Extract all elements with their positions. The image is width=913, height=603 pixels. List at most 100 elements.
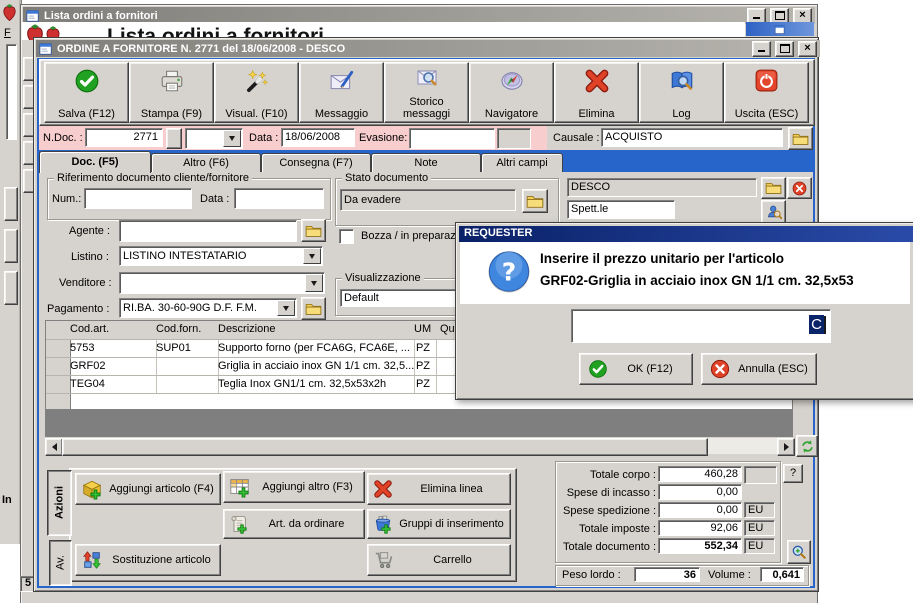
ndoc-spin-button[interactable] [166, 128, 182, 149]
cell-codforn[interactable] [152, 358, 219, 375]
totale-documento-label: Totale documento : [563, 541, 656, 553]
uscita-button[interactable]: Uscita (ESC) [724, 62, 809, 123]
table-hscrollbar[interactable] [45, 438, 795, 456]
tab-note[interactable]: Note [371, 153, 481, 173]
ndoc-input[interactable]: 2771 [85, 128, 163, 147]
tab-altro[interactable]: Altro (F6) [151, 153, 261, 173]
data-input[interactable]: 18/06/2008 [281, 128, 355, 147]
venditore-combobox[interactable] [119, 272, 325, 294]
cell-descrizione[interactable]: Teglia Inox GN1/1 cm. 32,5x53x2h [214, 376, 415, 393]
cell-codforn[interactable]: SUP01 [152, 340, 219, 357]
basket-plus-icon [373, 514, 393, 534]
chevron-down-icon[interactable] [305, 274, 323, 292]
chevron-down-icon[interactable] [223, 130, 241, 147]
totale-documento-field: 552,34 [658, 538, 742, 554]
left-panel-in-label: In [2, 494, 12, 506]
elimina-button[interactable]: Elimina [554, 62, 639, 123]
minimize-button[interactable] [752, 40, 771, 57]
annulla-button[interactable]: Annulla (ESC) [701, 353, 817, 385]
left-panel-button[interactable] [4, 271, 18, 305]
totals-zoom-button[interactable] [787, 540, 811, 564]
refresh-button[interactable] [796, 435, 818, 457]
chevron-down-icon[interactable] [277, 300, 295, 316]
causale-field[interactable]: ACQUISTO [601, 128, 783, 147]
elimina-linea-button[interactable]: Elimina linea [367, 473, 511, 505]
spettle-field[interactable]: Spett.le [567, 200, 675, 219]
menu-file-fragment[interactable]: F [4, 27, 11, 39]
pagamento-combobox[interactable]: RI.BA. 30-60-90G D.F. F.M. [119, 298, 297, 318]
tab-altri-campi[interactable]: Altri campi [481, 153, 563, 173]
fornitore-clear-button[interactable] [787, 177, 812, 199]
spese-spedizione-field: 0,00 [658, 502, 742, 518]
rif-data-input[interactable] [234, 188, 324, 209]
storico-messaggi-button[interactable]: Storico messaggi [384, 62, 469, 123]
elimina-label: Elimina [578, 108, 615, 120]
stato-folder-button[interactable] [522, 189, 548, 213]
maximize-button[interactable] [775, 40, 794, 57]
col-header-descrizione[interactable]: Descrizione [214, 321, 415, 339]
requester-titlebar[interactable]: REQUESTER [459, 226, 913, 242]
currency-box: EU [744, 520, 775, 536]
listino-combobox[interactable]: LISTINO INTESTATARIO [119, 246, 323, 266]
text-caret [824, 316, 826, 335]
contact-search-button[interactable] [761, 200, 786, 224]
agente-folder-button[interactable] [301, 219, 326, 242]
carrello-button[interactable]: Carrello [367, 544, 511, 576]
log-button[interactable]: Log [639, 62, 724, 123]
tab-azioni[interactable]: Azioni [47, 470, 72, 536]
price-input[interactable]: C [571, 309, 831, 343]
magnifier-plus-icon [791, 544, 807, 560]
cell-um[interactable]: PZ [410, 358, 437, 375]
desktop: F In Lista ordini a fornitori × Lista or… [0, 0, 913, 603]
left-panel-button[interactable] [4, 187, 18, 221]
col-header-codforn[interactable]: Cod.forn. [152, 321, 219, 339]
ok-button[interactable]: OK (F12) [579, 353, 693, 385]
num-label: Num.: [52, 193, 82, 205]
cell-um[interactable]: PZ [410, 340, 437, 357]
causale-folder-button[interactable] [788, 127, 813, 150]
chevron-down-icon[interactable] [303, 248, 321, 264]
num-input[interactable] [84, 188, 192, 209]
tab-consegna[interactable]: Consegna (F7) [261, 153, 371, 173]
tab-av[interactable]: Av. [49, 540, 72, 586]
cell-codart[interactable]: 5753 [66, 340, 157, 357]
aggiungi-altro-button[interactable]: Aggiungi altro (F3) [223, 471, 365, 503]
aggiungi-articolo-button[interactable]: Aggiungi articolo (F4) [75, 473, 221, 505]
gruppi-inserimento-button[interactable]: Gruppi di inserimento [367, 509, 511, 539]
cell-descrizione[interactable]: Griglia in acciaio inox GN 1/1 cm. 32,5.… [214, 358, 415, 375]
cell-codart[interactable]: TEG04 [66, 376, 157, 393]
rif-data-label: Data : [200, 193, 230, 205]
pagamento-folder-button[interactable] [301, 297, 326, 320]
ndoc-combobox[interactable] [185, 128, 243, 149]
salva-button[interactable]: Salva (F12) [44, 62, 129, 123]
col-header-codart[interactable]: Cod.art. [66, 321, 157, 339]
row-selector[interactable] [46, 394, 71, 409]
stato-group-title: Stato documento [342, 172, 432, 184]
sostituzione-articolo-button[interactable]: Sostituzione articolo [75, 544, 221, 576]
scroll-right-button[interactable] [777, 438, 795, 456]
main-window-titlebar[interactable]: ORDINE A FORNITORE N. 2771 del 18/06/200… [36, 40, 820, 57]
cell-descrizione[interactable]: Supporto forno (per FCA6G, FCA6E, ... [214, 340, 415, 357]
left-panel-button[interactable] [4, 229, 18, 263]
evasione-label: Evasione: [359, 132, 408, 144]
cell-codart[interactable]: GRF02 [66, 358, 157, 375]
art-da-ordinare-button[interactable]: Art. da ordinare [223, 509, 365, 539]
stampa-button[interactable]: Stampa (F9) [129, 62, 214, 123]
agente-input[interactable] [119, 220, 297, 242]
evasione-input[interactable] [409, 128, 495, 149]
totals-help-button[interactable]: ? [783, 464, 803, 483]
messaggio-button[interactable]: Messaggio [299, 62, 384, 123]
salva-label: Salva (F12) [58, 108, 115, 120]
tab-doc[interactable]: Doc. (F5) [39, 151, 151, 173]
scroll-thumb[interactable] [62, 438, 708, 456]
scroll-left-button[interactable] [45, 438, 63, 456]
close-button[interactable]: × [798, 40, 817, 57]
cell-codforn[interactable] [152, 376, 219, 393]
stato-documento-groupbox: Stato documento Da evadere [335, 172, 559, 226]
fornitore-folder-button[interactable] [761, 177, 786, 199]
currency-box: EU [744, 538, 775, 554]
bozza-checkbox[interactable] [339, 229, 354, 244]
cell-um[interactable]: PZ [410, 376, 437, 393]
navigatore-button[interactable]: Navigatore [469, 62, 554, 123]
visual-button[interactable]: Visual. (F10) [214, 62, 299, 123]
